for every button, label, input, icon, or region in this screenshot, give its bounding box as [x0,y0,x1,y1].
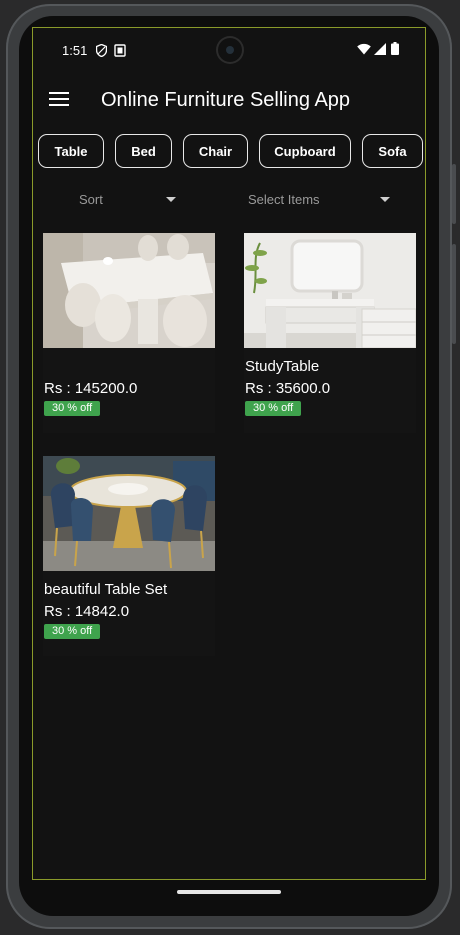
status-bar: 1:51 [33,28,425,74]
discount-badge: 30 % off [44,624,101,639]
gesture-nav-bar [32,880,426,904]
category-chip-cupboard[interactable]: Cupboard [259,134,351,168]
app-title: Online Furniture Selling App [101,89,351,111]
product-price: Rs : 145200.0 [44,380,138,397]
dropdown-caret-icon [166,197,176,202]
sort-dropdown[interactable]: Sort [43,184,183,214]
status-time: 1:51 [62,43,88,58]
product-card[interactable]: StudyTable Rs : 35600.0 30 % off [244,233,416,433]
white-marble-dining-table-photo [43,233,215,348]
app-bar: Online Furniture Selling App [33,74,425,130]
app-screen: 1:51 Online Furniture Selling App Table [32,27,426,880]
wifi-icon [357,43,371,55]
front-camera [218,38,242,62]
category-chip-bed[interactable]: Bed [115,134,172,168]
power-button [452,164,456,224]
product-price: Rs : 14842.0 [44,603,130,620]
product-card[interactable]: beautiful Table Set Rs : 14842.0 30 % of… [43,456,215,656]
signal-icon [374,43,386,55]
category-chips: Table Bed Chair Cupboard Sofa [38,134,425,172]
dropdown-caret-icon [380,197,390,202]
white-study-desk-photo [244,233,416,348]
battery-icon [391,42,399,55]
category-chip-sofa[interactable]: Sofa [362,134,423,168]
discount-badge: 30 % off [44,401,101,416]
category-chip-chair[interactable]: Chair [183,134,248,168]
discount-badge: 30 % off [245,401,302,416]
sort-label: Sort [79,192,103,207]
product-price: Rs : 35600.0 [245,380,331,397]
product-card[interactable]: Rs : 145200.0 30 % off [43,233,215,433]
volume-button [452,244,456,344]
hamburger-menu-icon[interactable] [49,92,69,108]
product-name: StudyTable [245,358,320,375]
category-chip-table[interactable]: Table [38,134,104,168]
sim-card-icon [114,44,126,57]
product-name: beautiful Table Set [44,581,168,598]
shield-icon [96,44,107,57]
round-dining-table-set-photo [43,456,215,571]
select-items-label: Select Items [248,192,320,207]
select-items-dropdown[interactable]: Select Items [213,184,393,214]
home-handle[interactable] [177,890,281,894]
